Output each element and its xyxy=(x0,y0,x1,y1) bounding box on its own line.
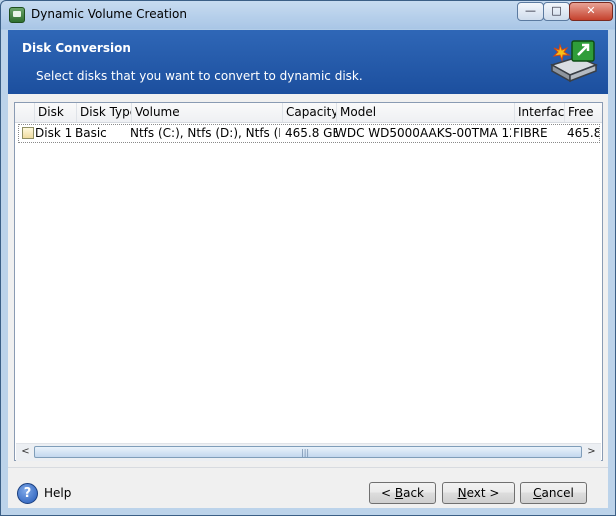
page-subtitle: Select disks that you want to convert to… xyxy=(36,69,363,83)
column-header-interface[interactable]: Interface xyxy=(515,103,565,122)
cancel-rest: ancel xyxy=(541,486,574,500)
scroll-right-button[interactable]: > xyxy=(584,445,599,460)
column-header-disk-type[interactable]: Disk Type xyxy=(77,103,132,122)
maximize-button[interactable]: □ xyxy=(543,2,570,21)
wizard-client-area: Disk Conversion Select disks that you wa… xyxy=(8,30,608,508)
back-rest: ack xyxy=(403,486,424,500)
column-header-capacity[interactable]: Capacity xyxy=(283,103,337,122)
disk-checkbox[interactable] xyxy=(22,127,34,139)
column-header-free[interactable]: Free xyxy=(565,103,602,122)
help-icon[interactable]: ? xyxy=(17,483,38,504)
disk-list[interactable]: Disk Disk Type Volume Capacity Model Int… xyxy=(14,102,603,461)
horizontal-scrollbar[interactable]: < ||| > xyxy=(16,443,601,461)
column-header-check xyxy=(15,103,35,122)
footer-divider xyxy=(8,467,608,468)
help-link[interactable]: Help xyxy=(44,486,71,500)
disk-manager-icon xyxy=(9,7,25,23)
cell-capacity: 465.8 GB xyxy=(285,126,337,140)
cell-interface: FIBRE xyxy=(513,126,548,140)
disk-convert-icon xyxy=(550,40,598,83)
cancel-button[interactable]: Cancel xyxy=(520,482,587,504)
cell-disk: Disk 1 xyxy=(35,126,73,140)
scroll-left-button[interactable]: < xyxy=(18,445,33,460)
cell-free: 465.8 xyxy=(567,126,599,140)
title-bar[interactable]: Dynamic Volume Creation — □ ✕ xyxy=(1,1,615,29)
window-title: Dynamic Volume Creation xyxy=(31,7,187,21)
column-header-disk[interactable]: Disk xyxy=(35,103,77,122)
next-hotkey: N xyxy=(457,486,467,500)
scrollbar-grip: ||| xyxy=(301,448,310,457)
next-rest: ext > xyxy=(466,486,500,500)
page-title: Disk Conversion xyxy=(22,41,131,55)
next-button[interactable]: Next > xyxy=(442,482,515,504)
wizard-header: Disk Conversion Select disks that you wa… xyxy=(8,30,608,94)
cancel-hotkey: C xyxy=(533,486,542,500)
column-header-volume[interactable]: Volume xyxy=(132,103,283,122)
column-header-model[interactable]: Model xyxy=(337,103,515,122)
cell-volume: Ntfs (C:), Ntfs (D:), Ntfs (E:) xyxy=(130,126,280,140)
back-button[interactable]: < Back xyxy=(369,482,436,504)
back-prefix: < xyxy=(380,486,395,500)
scrollbar-thumb[interactable]: ||| xyxy=(34,446,582,458)
list-header: Disk Disk Type Volume Capacity Model Int… xyxy=(15,103,602,123)
close-button[interactable]: ✕ xyxy=(569,2,613,21)
back-hotkey: B xyxy=(394,486,404,500)
cell-disk-type: Basic xyxy=(75,126,107,140)
table-row[interactable]: Disk 1 Basic Ntfs (C:), Ntfs (D:), Ntfs … xyxy=(18,124,600,143)
cell-model: WDC WD5000AAKS-00TMA 12.0 xyxy=(335,126,511,140)
minimize-button[interactable]: — xyxy=(517,2,544,21)
wizard-window: Dynamic Volume Creation — □ ✕ Disk Conve… xyxy=(0,0,616,516)
